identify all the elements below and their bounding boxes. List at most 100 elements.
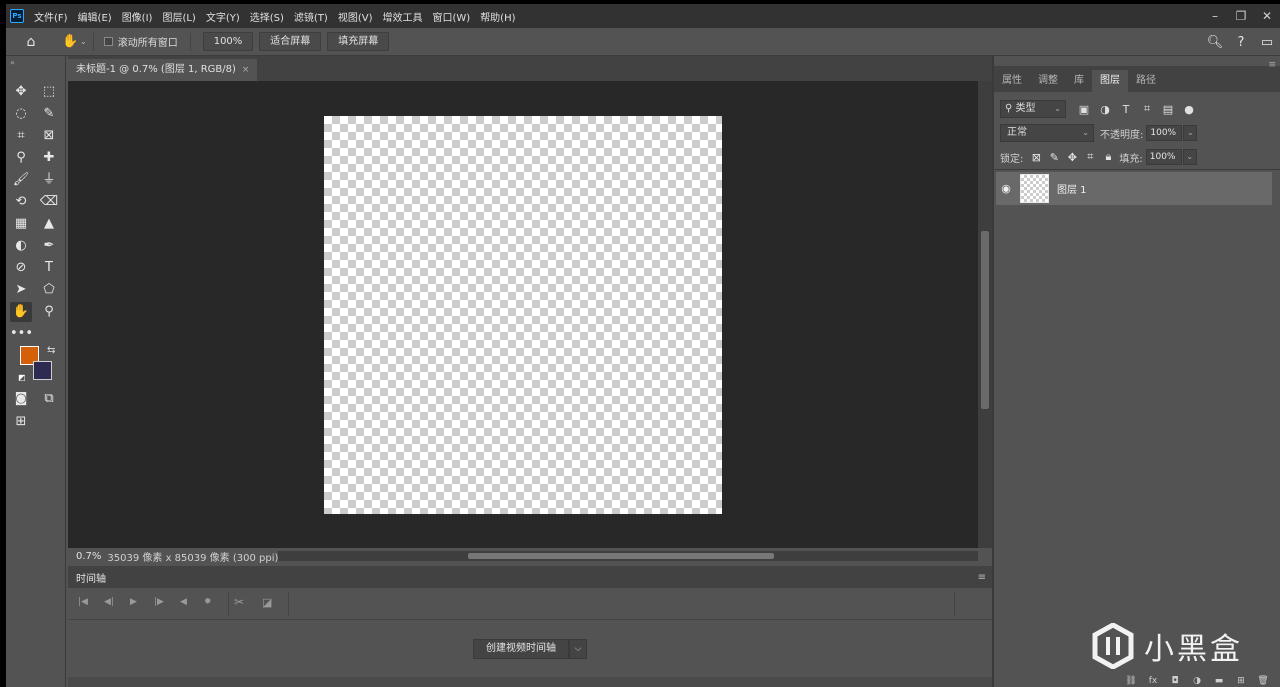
link-layers-icon[interactable]: ⛓ [1120,676,1142,686]
history-brush-tool-icon[interactable]: ⟲ [10,192,32,212]
opacity-field[interactable]: 100% [1146,125,1183,141]
fit-screen-button[interactable]: 适合屏幕 [259,32,322,51]
smart-object-filter-icon[interactable]: ▤ [1158,103,1178,116]
first-frame-icon[interactable]: |◀ [78,597,88,607]
eraser-tool-icon[interactable]: ⌫ [38,192,60,212]
opacity-slider-toggle[interactable]: ⌄ [1183,125,1198,141]
zoom-level[interactable]: 0.7% [76,551,101,562]
horizontal-scrollbar[interactable] [278,551,978,561]
frame-tool-icon[interactable]: ⊠ [38,126,60,146]
blend-mode-select[interactable]: 正常 ⌄ [1000,124,1094,142]
close-window-button[interactable]: ✕ [1254,9,1280,23]
type-tool-icon[interactable]: T [38,258,60,278]
shape-filter-icon[interactable]: ⌗ [1137,102,1157,116]
swap-colors-icon[interactable]: ⇆ [47,345,55,356]
hand-tool-preset-icon[interactable]: ✋ [62,34,78,49]
menu-layer[interactable]: 图层(L) [162,9,195,24]
panel-menu-icon[interactable]: ≡ [1268,60,1276,70]
lock-image-icon[interactable]: ✎ [1045,151,1063,164]
audio-icon[interactable]: ◀ [180,597,187,607]
marquee-tool-icon[interactable]: ⬚ [38,82,60,102]
zoom-tool-icon[interactable]: ⚲ [38,302,60,322]
play-icon[interactable]: ▶ [130,597,137,607]
transition-icon[interactable]: ◪ [262,596,272,609]
default-colors-icon[interactable]: ◩ [18,373,27,382]
previous-frame-icon[interactable]: ◀| [104,597,114,607]
menu-type[interactable]: 文字(Y) [206,9,240,24]
delete-layer-icon[interactable]: 🗑︎ [1252,676,1274,686]
fill-field[interactable]: 100% [1145,149,1182,165]
add-mask-icon[interactable]: ◘ [1164,676,1186,686]
vertical-scrollbar[interactable] [978,81,992,548]
tab-properties[interactable]: 属性 [994,70,1030,92]
hand-tool-icon[interactable]: ✋ [10,302,32,322]
menu-image[interactable]: 图像(I) [122,9,153,24]
path-selection-tool-icon[interactable]: ➤ [10,280,32,300]
visibility-eye-icon[interactable]: ◉ [996,182,1016,195]
menu-plugins[interactable]: 增效工具 [382,9,422,24]
settings-gear-icon[interactable]: ✹ [204,597,212,607]
move-tool-icon[interactable]: ✥ [10,82,32,102]
layer-name[interactable]: 图层 1 [1057,181,1087,196]
background-color-swatch[interactable] [33,361,52,380]
lock-transparent-icon[interactable]: ⊠ [1027,151,1045,164]
tab-layers[interactable]: 图层 [1092,70,1128,92]
menu-help[interactable]: 帮助(H) [480,9,515,24]
workspace-icon[interactable]: ▭ [1254,35,1280,50]
lasso-tool-icon[interactable]: ◌ [10,104,32,124]
fill-screen-button[interactable]: 填充屏幕 [327,32,390,51]
fx-icon[interactable]: fx [1142,676,1164,686]
blur-tool-icon[interactable]: ▲ [38,214,60,234]
chevron-down-icon[interactable]: ⌄ [80,37,87,46]
filter-toggle-icon[interactable]: ● [1179,103,1199,116]
screen-mode-icon[interactable]: ⧉ [38,389,60,409]
filter-kind-select[interactable]: ⚲ 类型 ⌄ [1000,100,1066,118]
close-document-icon[interactable]: × [242,59,250,81]
pen-tool-icon[interactable]: ✒ [38,236,60,256]
shape-tool-icon[interactable]: ⬠ [38,280,60,300]
adjustment-filter-icon[interactable]: ◑ [1095,103,1115,116]
clone-stamp-tool-icon[interactable]: ⏚ [38,170,60,190]
timeline-title[interactable]: 时间轴 [76,570,106,585]
collapse-panel-icon[interactable]: « [10,58,15,67]
menu-file[interactable]: 文件(F) [34,9,68,24]
horizontal-scroll-thumb[interactable] [468,553,774,559]
next-frame-icon[interactable]: |▶ [154,597,164,607]
dodge-tool-icon[interactable]: ◐ [10,236,32,256]
minimize-button[interactable]: – [1202,9,1228,23]
menu-edit[interactable]: 编辑(E) [78,9,112,24]
fill-slider-toggle[interactable]: ⌄ [1182,149,1197,165]
vertical-scroll-thumb[interactable] [981,231,989,409]
more-tools-icon[interactable]: ••• [10,324,33,344]
menu-select[interactable]: 选择(S) [250,9,284,24]
scroll-all-windows-checkbox[interactable] [103,37,113,46]
tab-adjustments[interactable]: 调整 [1030,70,1066,92]
lock-position-icon[interactable]: ✥ [1063,151,1081,164]
path-tool-icon[interactable]: ⊘ [10,258,32,278]
document-info[interactable]: 35039 像素 x 85039 像素 (300 ppi) [107,549,278,564]
quick-select-tool-icon[interactable]: ✎ [38,104,60,124]
create-video-timeline-button[interactable]: 创建视频时间轴 [473,639,569,659]
canvas-area[interactable] [68,81,978,548]
split-scissors-icon[interactable]: ✂ [234,595,244,609]
layer-row[interactable]: ◉ 图层 1 [996,172,1272,205]
tab-libraries[interactable]: 库 [1066,70,1092,92]
brush-tool-icon[interactable]: 🖌︎ [10,170,32,190]
help-icon[interactable]: ? [1228,35,1254,50]
document-tab[interactable]: 未标题-1 @ 0.7% (图层 1, RGB/8) × [68,59,258,81]
tab-paths[interactable]: 路径 [1128,70,1164,92]
pixel-filter-icon[interactable]: ▣ [1074,103,1094,116]
healing-brush-tool-icon[interactable]: ✚ [38,148,60,168]
gradient-tool-icon[interactable]: ▦ [10,214,32,234]
quick-mask-icon[interactable]: ◙ [10,389,32,409]
crop-tool-icon[interactable]: ⌗ [10,126,32,146]
search-icon[interactable]: 🔍︎ [1202,35,1228,50]
restore-button[interactable]: ❐ [1228,9,1254,23]
timeline-menu-icon[interactable]: ≡ [978,572,986,583]
new-group-icon[interactable]: ▬ [1208,676,1230,686]
chevron-down-icon[interactable]: ⌵ [569,639,587,659]
menu-view[interactable]: 视图(V) [338,9,373,24]
type-filter-icon[interactable]: T [1116,103,1136,116]
transparent-canvas[interactable] [324,116,722,514]
eyedropper-tool-icon[interactable]: ⚲ [10,148,32,168]
